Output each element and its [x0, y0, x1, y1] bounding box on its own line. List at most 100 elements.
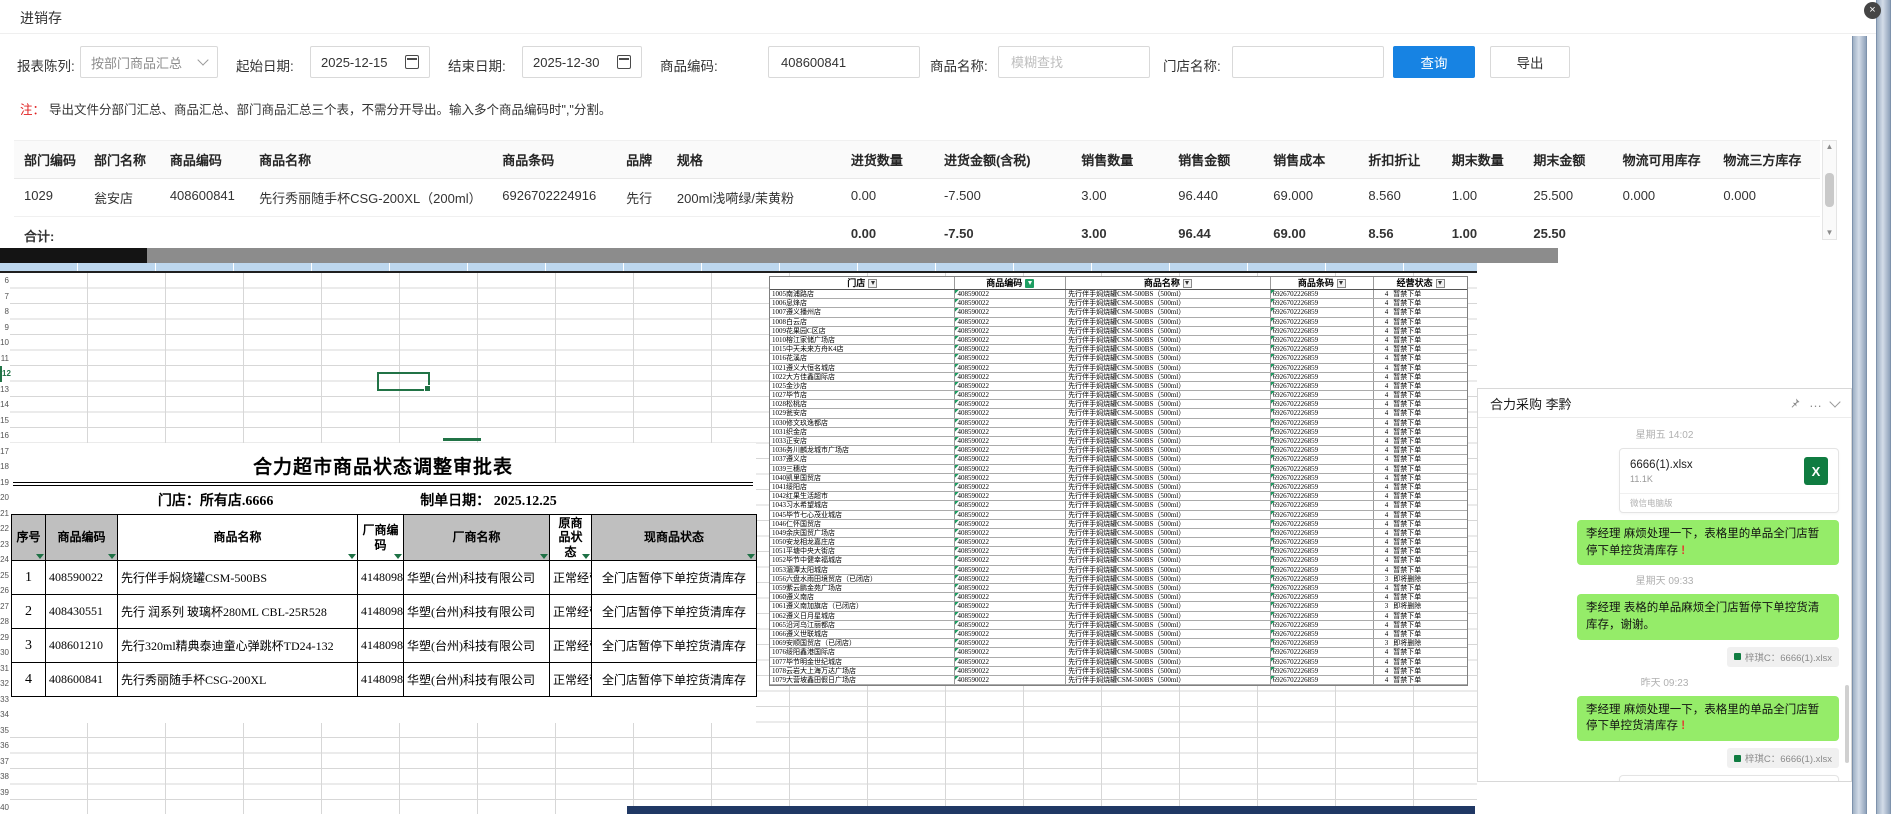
filter-dropdown-icon[interactable] — [1337, 279, 1346, 288]
query-button[interactable]: 查询 — [1393, 46, 1475, 78]
product-name-field[interactable] — [998, 46, 1150, 78]
row-number[interactable]: 35 — [0, 723, 10, 739]
filter-icon[interactable] — [582, 554, 590, 559]
product-code-input[interactable] — [779, 54, 909, 71]
row-number[interactable]: 12 — [0, 366, 10, 382]
page-title: 进销存 — [20, 8, 62, 28]
product-code-field[interactable] — [768, 46, 920, 78]
row-number[interactable]: 7 — [0, 289, 10, 305]
approval-row: 4408600841先行秀丽随手杯CSG-200XL4148098华塑(台州)科… — [12, 663, 757, 697]
store-name-cell: 1061遵义南加旗店（已闭店） — [770, 602, 955, 610]
browser-scrollbar[interactable] — [1876, 0, 1891, 814]
row-number[interactable]: 14 — [0, 397, 10, 413]
collapse-icon[interactable] — [1829, 396, 1840, 407]
row-number[interactable]: 21 — [0, 506, 10, 522]
status-number: 4 — [1376, 382, 1388, 390]
file-card[interactable]: 6666(1).xlsx11.1KX微信电脑版 — [1619, 448, 1839, 513]
window-scrollbar[interactable] — [1852, 36, 1867, 814]
excel-selected-cell[interactable] — [377, 372, 430, 391]
row-number[interactable]: 30 — [0, 645, 10, 661]
row-number[interactable]: 38 — [0, 769, 10, 785]
filter-icon[interactable] — [36, 554, 44, 559]
status-number: 3 — [1376, 602, 1388, 610]
report-table-scrollbar[interactable]: ▲ ▼ — [1822, 140, 1837, 240]
status-number: 4 — [1376, 400, 1388, 408]
filter-icon[interactable] — [108, 554, 116, 559]
approval-header-cell[interactable]: 厂商名称 — [404, 515, 550, 561]
approval-header-cell[interactable]: 序号 — [12, 515, 46, 561]
row-number[interactable]: 37 — [0, 754, 10, 770]
store-name-input[interactable] — [1243, 54, 1373, 71]
filter-icon[interactable] — [747, 554, 755, 559]
filter-dropdown-icon[interactable] — [1436, 279, 1445, 288]
close-button[interactable]: × — [1864, 2, 1881, 19]
filter-active-icon[interactable] — [1025, 279, 1034, 288]
row-number[interactable]: 25 — [0, 568, 10, 584]
store-header-cell[interactable]: 商品名称 — [1066, 277, 1270, 289]
status-text: 暂禁下单 — [1393, 556, 1421, 564]
row-number[interactable]: 29 — [0, 630, 10, 646]
end-date-input[interactable]: 2025-12-30 — [522, 46, 642, 78]
row-number[interactable]: 16 — [0, 428, 10, 444]
product-name-input[interactable] — [1009, 54, 1139, 71]
row-number[interactable]: 13 — [0, 382, 10, 398]
filter-icon[interactable] — [540, 554, 548, 559]
store-status-cell: 4暂禁下单 — [1374, 345, 1467, 353]
export-button[interactable]: 导出 — [1490, 46, 1570, 78]
excel-column-headers — [0, 263, 1477, 271]
row-number[interactable]: 27 — [0, 599, 10, 615]
store-header-cell[interactable]: 商品条码 — [1271, 277, 1375, 289]
scroll-down-icon[interactable]: ▼ — [1826, 228, 1834, 238]
chat-scrollbar[interactable] — [1845, 685, 1849, 763]
row-number[interactable]: 33 — [0, 692, 10, 708]
store-name-field[interactable] — [1232, 46, 1384, 78]
file-card[interactable]: 6666(1).xlsxX — [1619, 775, 1839, 781]
row-number[interactable]: 20 — [0, 490, 10, 506]
store-status-cell: 4暂禁下单 — [1374, 685, 1467, 686]
row-number[interactable]: 19 — [0, 475, 10, 491]
approval-header-cell[interactable]: 现商品状态 — [592, 515, 757, 561]
report-type-select[interactable]: 按部门商品汇总 — [80, 46, 218, 78]
scrollbar-thumb[interactable] — [1825, 173, 1834, 207]
approval-header-cell[interactable]: 原商品状态 — [550, 515, 592, 561]
approval-header-cell[interactable]: 厂商编码 — [358, 515, 404, 561]
row-number[interactable]: 36 — [0, 738, 10, 754]
more-icon[interactable]: … — [1809, 398, 1823, 408]
status-number: 3 — [1376, 575, 1388, 583]
row-number[interactable]: 24 — [0, 552, 10, 568]
row-number[interactable]: 34 — [0, 707, 10, 723]
start-date-input[interactable]: 2025-12-15 — [310, 46, 430, 78]
filter-icon[interactable] — [394, 554, 402, 559]
row-number[interactable]: 23 — [0, 537, 10, 553]
row-number[interactable]: 17 — [0, 444, 10, 460]
row-number[interactable]: 22 — [0, 521, 10, 537]
row-number[interactable]: 9 — [0, 320, 10, 336]
store-header-cell[interactable]: 门店 — [770, 277, 955, 289]
filter-dropdown-icon[interactable] — [1183, 279, 1192, 288]
report-total-cell — [1713, 217, 1820, 254]
row-number[interactable]: 39 — [0, 785, 10, 801]
row-number[interactable]: 18 — [0, 459, 10, 475]
row-number[interactable]: 40 — [0, 800, 10, 814]
filter-icon[interactable] — [348, 554, 356, 559]
store-header-cell[interactable]: 商品编码 — [955, 277, 1066, 289]
store-header-cell[interactable]: 经营状态 — [1374, 277, 1467, 289]
row-number[interactable]: 8 — [0, 304, 10, 320]
filter-dropdown-icon[interactable] — [868, 279, 877, 288]
row-number[interactable]: 15 — [0, 413, 10, 429]
store-cell: 408590022 — [955, 382, 1066, 390]
pin-icon[interactable] — [1789, 397, 1801, 409]
scroll-up-icon[interactable]: ▲ — [1826, 142, 1834, 152]
row-number[interactable]: 31 — [0, 661, 10, 677]
row-number[interactable]: 32 — [0, 676, 10, 692]
start-date-label: 起始日期: — [236, 55, 294, 75]
approval-header-cell[interactable]: 商品编码 — [46, 515, 118, 561]
row-number[interactable]: 28 — [0, 614, 10, 630]
approval-header-cell[interactable]: 商品名称 — [118, 515, 358, 561]
store-cell: 408590022 — [955, 658, 1066, 666]
row-number[interactable]: 11 — [0, 351, 10, 367]
row-number[interactable]: 26 — [0, 583, 10, 599]
row-number[interactable]: 10 — [0, 335, 10, 351]
report-header-cell: 部门编码 — [14, 141, 84, 178]
row-number[interactable]: 6 — [0, 273, 10, 289]
